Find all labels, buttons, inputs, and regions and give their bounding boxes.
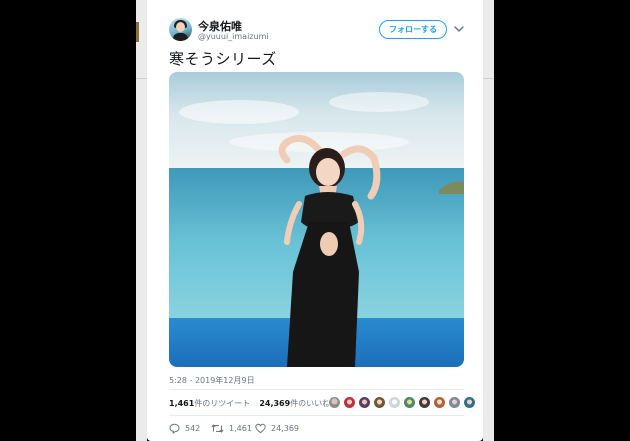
background-divider (483, 78, 494, 79)
liker-avatar[interactable] (343, 396, 356, 409)
photo-cloud (179, 100, 299, 124)
divider (169, 415, 464, 416)
avatar-body (173, 33, 188, 41)
tweet-card: 今泉佑唯 @yuuui_imaizumi フォローする 寒そうシリーズ 5:28… (147, 0, 483, 441)
chevron-down-icon[interactable] (452, 22, 466, 36)
background-page-element (136, 22, 139, 42)
retweet-icon (211, 423, 224, 433)
liker-avatar[interactable] (433, 396, 446, 409)
heart-icon (255, 423, 266, 433)
retweet-button[interactable]: 1,461 (211, 421, 252, 435)
like-count[interactable]: 24,369 (259, 399, 290, 408)
avatar[interactable] (169, 18, 192, 41)
liker-avatar[interactable] (358, 396, 371, 409)
tweet-text: 寒そうシリーズ (169, 50, 277, 68)
like-count-label[interactable]: 件のいいね (290, 399, 330, 408)
retweet-action-count: 1,461 (229, 423, 252, 433)
background-page-right (483, 0, 494, 441)
follow-button[interactable]: フォローする (379, 20, 447, 39)
liker-avatar[interactable] (388, 396, 401, 409)
engagement-stats: 1,461件のリツイート 24,369件のいいね (169, 398, 330, 409)
avatar-face (176, 22, 185, 32)
reply-icon (169, 423, 180, 434)
user-handle[interactable]: @yuuui_imaizumi (198, 32, 269, 41)
like-button[interactable]: 24,369 (255, 421, 299, 435)
tweet-photo[interactable] (169, 72, 464, 367)
background-page-left (136, 0, 147, 441)
retweet-count-label[interactable]: 件のリツイート (194, 399, 250, 408)
liker-avatar[interactable] (373, 396, 386, 409)
like-action-count: 24,369 (271, 423, 299, 433)
liker-avatar[interactable] (448, 396, 461, 409)
retweet-count[interactable]: 1,461 (169, 399, 194, 408)
liker-avatar[interactable] (403, 396, 416, 409)
liker-avatar[interactable] (328, 396, 341, 409)
reply-count: 542 (185, 423, 201, 433)
liker-avatar[interactable] (463, 396, 476, 409)
background-divider (136, 78, 147, 79)
liker-avatar[interactable] (418, 396, 431, 409)
photo-cloud (329, 92, 429, 112)
divider (169, 389, 464, 390)
reply-button[interactable]: 542 (169, 421, 200, 435)
tweet-timestamp[interactable]: 5:28 - 2019年12月9日 (169, 375, 255, 386)
